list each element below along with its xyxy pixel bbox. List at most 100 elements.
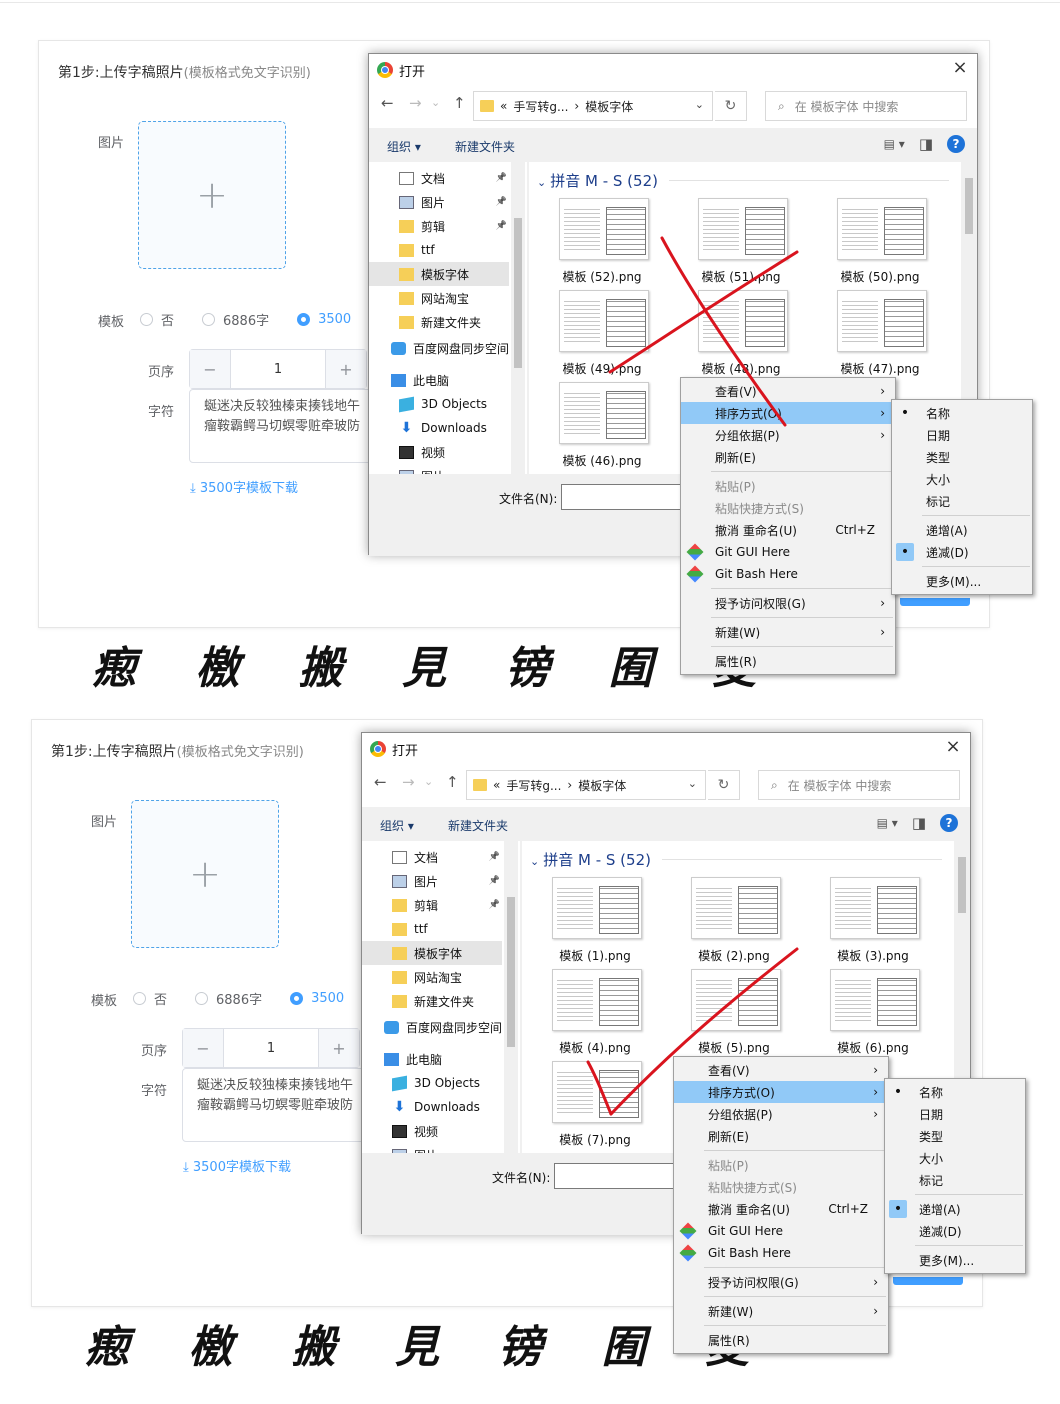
template-download-link[interactable]: ⤓ 3500字模板下载 xyxy=(183,1156,291,1175)
context-menu-item[interactable]: 分组依据(P) › xyxy=(674,1103,888,1125)
page-order-value[interactable]: 1 xyxy=(230,350,326,388)
radio-3500-label[interactable]: 3500 xyxy=(311,991,344,1006)
file-item[interactable]: 模板 (3).png xyxy=(818,877,928,969)
nav-item-4[interactable]: 模板字体 xyxy=(362,941,502,965)
forward-icon[interactable]: → xyxy=(409,94,422,112)
file-item[interactable]: 模板 (49).png xyxy=(547,290,657,382)
nav-item-12[interactable]: 图片 xyxy=(369,464,509,474)
nav-scroll-thumb[interactable] xyxy=(507,897,515,1047)
sort-menu-item[interactable]: • 名称 xyxy=(885,1081,1025,1103)
search-input[interactable]: ⌕ 在 模板字体 中搜索 xyxy=(758,770,960,800)
image-upload-box[interactable]: + xyxy=(131,800,279,948)
decrement-button[interactable]: − xyxy=(183,1029,223,1067)
breadcrumb-current[interactable]: 模板字体 xyxy=(585,98,633,115)
sort-menu-item[interactable]: 标记 xyxy=(892,490,1032,512)
breadcrumb-item[interactable]: 手写转g... xyxy=(506,777,561,794)
context-menu-item[interactable]: 查看(V) › xyxy=(681,380,895,402)
close-icon[interactable]: × xyxy=(942,736,964,758)
address-bar[interactable]: « 手写转g... › 模板字体 ⌄ xyxy=(473,91,713,121)
file-item[interactable]: 模板 (1).png xyxy=(540,877,650,969)
context-menu-item[interactable]: 新建(W) › xyxy=(674,1300,888,1322)
forward-icon[interactable]: → xyxy=(402,773,415,791)
chevron-down-icon[interactable]: ⌄ xyxy=(695,98,704,111)
organize-menu[interactable]: 组织 ▾ xyxy=(387,138,421,155)
recent-locations-icon[interactable]: ⌄ xyxy=(424,775,433,788)
context-menu-item[interactable]: 新建(W) › xyxy=(681,621,895,643)
close-icon[interactable]: × xyxy=(949,57,971,79)
template-download-link[interactable]: ⤓ 3500字模板下载 xyxy=(190,477,298,496)
sort-menu-item[interactable]: 日期 xyxy=(892,424,1032,446)
radio-no-label[interactable]: 否 xyxy=(154,989,167,1008)
nav-scrollbar[interactable] xyxy=(504,841,518,1153)
nav-item-0[interactable]: 文档 📌 xyxy=(362,845,502,869)
radio-6886-label[interactable]: 6886字 xyxy=(216,989,262,1008)
address-bar[interactable]: « 手写转g... › 模板字体 ⌄ xyxy=(466,770,706,800)
up-icon[interactable]: ↑ xyxy=(453,94,466,112)
sort-menu-item[interactable]: • 递减(D) xyxy=(892,541,1032,563)
file-item[interactable]: 模板 (51).png xyxy=(686,198,796,290)
file-item[interactable]: 模板 (46).png xyxy=(547,382,657,474)
new-folder-button[interactable]: 新建文件夹 xyxy=(448,817,508,834)
context-menu-item[interactable]: Git Bash Here xyxy=(681,563,895,585)
context-menu-item[interactable]: 授予访问权限(G) › xyxy=(674,1271,888,1293)
breadcrumb-overflow[interactable]: « xyxy=(500,99,507,113)
nav-item-10[interactable]: ⬇ Downloads xyxy=(362,1095,502,1119)
nav-item-9[interactable]: 3D Objects xyxy=(369,392,509,416)
refresh-icon[interactable]: ↻ xyxy=(708,770,740,800)
characters-textarea[interactable]: 蜒迷决反较独榛束揍钱地午 瘤鞍霸鳄马切螟零赃牵玻防 xyxy=(189,389,389,463)
context-menu-item[interactable]: 刷新(E) xyxy=(674,1125,888,1147)
breadcrumb-overflow[interactable]: « xyxy=(493,778,500,792)
refresh-icon[interactable]: ↻ xyxy=(715,91,747,121)
context-menu-item[interactable]: 查看(V) › xyxy=(674,1059,888,1081)
group-header[interactable]: ⌄ 拼音 M - S (52) xyxy=(530,849,651,870)
back-icon[interactable]: ← xyxy=(381,94,394,112)
context-menu-item[interactable]: 属性(R) xyxy=(674,1329,888,1351)
increment-button[interactable]: + xyxy=(319,1029,359,1067)
context-menu-item[interactable]: 撤消 重命名(U) Ctrl+Z xyxy=(674,1198,888,1220)
sort-menu-item[interactable]: • 递增(A) xyxy=(885,1198,1025,1220)
nav-item-2[interactable]: 剪辑 📌 xyxy=(362,893,502,917)
confirm-button-edge[interactable] xyxy=(893,1277,963,1285)
nav-item-11[interactable]: 视频 xyxy=(362,1119,502,1143)
context-menu-item[interactable]: 粘贴快捷方式(S) xyxy=(681,497,895,519)
sort-menu-item[interactable]: 递增(A) xyxy=(892,519,1032,541)
nav-item-1[interactable]: 图片 📌 xyxy=(369,190,509,214)
sort-menu-item[interactable]: 大小 xyxy=(885,1147,1025,1169)
page-order-stepper[interactable]: − 1 + xyxy=(189,349,367,389)
context-menu-item[interactable]: 粘贴(P) xyxy=(674,1154,888,1176)
context-menu-item[interactable]: Git GUI Here xyxy=(681,541,895,563)
file-item[interactable]: 模板 (47).png xyxy=(825,290,935,382)
context-menu-item[interactable]: 排序方式(O) › xyxy=(674,1081,888,1103)
context-menu-item[interactable]: 刷新(E) xyxy=(681,446,895,468)
nav-item-11[interactable]: 视频 xyxy=(369,440,509,464)
sort-menu-item[interactable]: 类型 xyxy=(892,446,1032,468)
file-item[interactable]: 模板 (5).png xyxy=(679,969,789,1061)
file-item[interactable]: 模板 (7).png xyxy=(540,1061,650,1153)
sort-menu-item[interactable]: 类型 xyxy=(885,1125,1025,1147)
nav-item-5[interactable]: 网站淘宝 xyxy=(369,286,509,310)
sort-menu-item[interactable]: 标记 xyxy=(885,1169,1025,1191)
sort-menu-item[interactable]: 日期 xyxy=(885,1103,1025,1125)
nav-item-12[interactable]: 图片 xyxy=(362,1143,502,1153)
preview-pane-icon[interactable]: ◨ xyxy=(919,135,933,153)
radio-no[interactable] xyxy=(140,312,153,326)
file-item[interactable]: 模板 (52).png xyxy=(547,198,657,290)
sort-menu-item[interactable]: • 名称 xyxy=(892,402,1032,424)
help-icon[interactable]: ? xyxy=(940,814,958,832)
radio-3500[interactable] xyxy=(297,312,311,326)
decrement-button[interactable]: − xyxy=(190,350,230,388)
nav-item-6[interactable]: 新建文件夹 xyxy=(369,310,509,334)
help-icon[interactable]: ? xyxy=(947,135,965,153)
change-view-icon[interactable]: ▤ ▾ xyxy=(884,137,905,151)
context-menu-item[interactable]: 撤消 重命名(U) Ctrl+Z xyxy=(681,519,895,541)
file-item[interactable]: 模板 (6).png xyxy=(818,969,928,1061)
preview-pane-icon[interactable]: ◨ xyxy=(912,814,926,832)
page-order-stepper[interactable]: − 1 + xyxy=(182,1028,360,1068)
file-item[interactable]: 模板 (50).png xyxy=(825,198,935,290)
image-upload-box[interactable]: + xyxy=(138,121,286,269)
nav-item-10[interactable]: ⬇ Downloads xyxy=(369,416,509,440)
organize-menu[interactable]: 组织 ▾ xyxy=(380,817,414,834)
nav-item-1[interactable]: 图片 📌 xyxy=(362,869,502,893)
context-menu-item[interactable]: 粘贴(P) xyxy=(681,475,895,497)
sort-menu-item[interactable]: 大小 xyxy=(892,468,1032,490)
